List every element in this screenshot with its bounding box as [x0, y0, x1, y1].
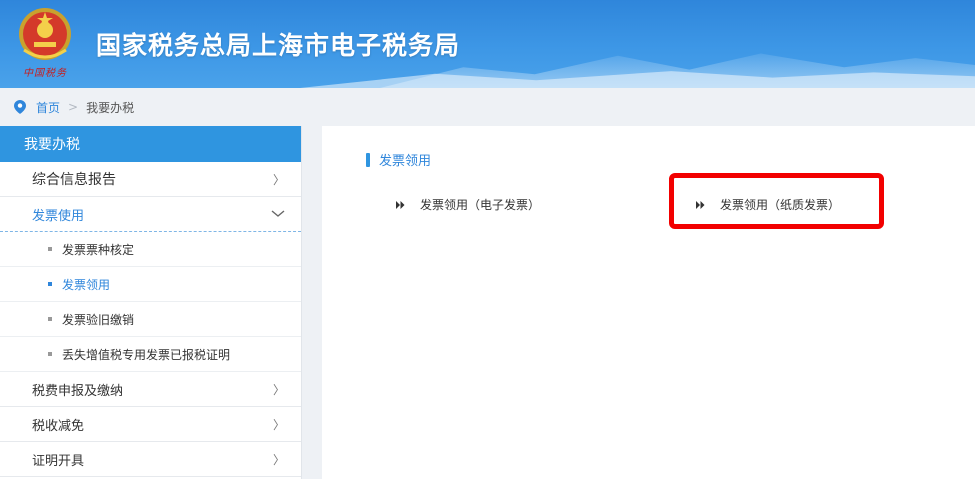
sidebar-item-label: 税费申报及缴纳	[32, 383, 124, 399]
sidebar-item-info-report[interactable]: 综合信息报告 〉	[0, 162, 301, 197]
chevron-right-icon: 〉	[272, 417, 285, 432]
sidebar-subitem-invoice-collection[interactable]: 发票领用	[0, 267, 301, 302]
breadcrumb-current: 我要办税	[86, 100, 135, 115]
site-header: 中国税务 国家税务总局上海市电子税务局	[0, 0, 975, 88]
site-title: 国家税务总局上海市电子税务局	[96, 31, 461, 60]
double-arrow-icon	[396, 200, 405, 209]
bullet-icon	[48, 282, 52, 286]
link-label: 发票领用（电子发票）	[420, 198, 541, 212]
sidebar: 我要办税 综合信息报告 〉 发票使用 发票票种核定 发票领用 发票验旧缴销 丢失…	[0, 126, 302, 479]
bullet-icon	[48, 317, 52, 321]
link-label: 发票领用（纸质发票）	[720, 198, 841, 212]
sidebar-item-label: 综合信息报告	[32, 172, 116, 188]
bullet-icon	[48, 247, 52, 251]
double-arrow-icon	[696, 200, 705, 209]
sidebar-subitem-invoice-verification[interactable]: 发票验旧缴销	[0, 302, 301, 337]
sidebar-item-tax-declaration[interactable]: 税费申报及缴纳 〉	[0, 372, 301, 407]
sidebar-header: 我要办税	[0, 126, 301, 162]
breadcrumb: 首页 > 我要办税	[0, 88, 975, 126]
sidebar-subitem-label: 发票票种核定	[62, 242, 135, 257]
chevron-down-icon	[271, 210, 285, 217]
paper-invoice-collection-link[interactable]: 发票领用（纸质发票）	[696, 196, 840, 213]
section-title: 发票领用	[366, 150, 431, 169]
section-title-bar	[366, 152, 370, 167]
sidebar-item-label: 发票使用	[32, 208, 85, 224]
sidebar-item-label: 税收减免	[32, 418, 85, 434]
sidebar-subitem-label: 发票验旧缴销	[62, 312, 135, 327]
section-title-text: 发票领用	[379, 154, 432, 169]
sidebar-item-invoice-use[interactable]: 发票使用	[0, 197, 301, 232]
breadcrumb-home-link[interactable]: 首页	[36, 99, 60, 116]
electronic-invoice-collection-link[interactable]: 发票领用（电子发票）	[396, 196, 540, 213]
main-panel: 发票领用 发票领用（电子发票） 发票领用（纸质发票）	[322, 126, 975, 479]
sidebar-item-certificate[interactable]: 证明开具 〉	[0, 442, 301, 477]
tax-emblem-icon	[19, 8, 71, 60]
breadcrumb-separator: >	[68, 100, 79, 114]
sidebar-item-tax-reduction[interactable]: 税收减免 〉	[0, 407, 301, 442]
chevron-right-icon: 〉	[272, 452, 285, 467]
chevron-right-icon: 〉	[272, 382, 285, 397]
bullet-icon	[48, 352, 52, 356]
sidebar-subitem-lost-invoice-proof[interactable]: 丢失增值税专用发票已报税证明	[0, 337, 301, 372]
sidebar-subitem-label: 丢失增值税专用发票已报税证明	[62, 347, 231, 362]
location-pin-icon	[14, 100, 26, 114]
sidebar-subitem-label: 发票领用	[62, 277, 111, 292]
emblem-caption: 中国税务	[23, 68, 67, 79]
sidebar-subitem-invoice-type-approval[interactable]: 发票票种核定	[0, 232, 301, 267]
chevron-right-icon: 〉	[272, 172, 285, 187]
sidebar-item-label: 证明开具	[32, 453, 85, 469]
